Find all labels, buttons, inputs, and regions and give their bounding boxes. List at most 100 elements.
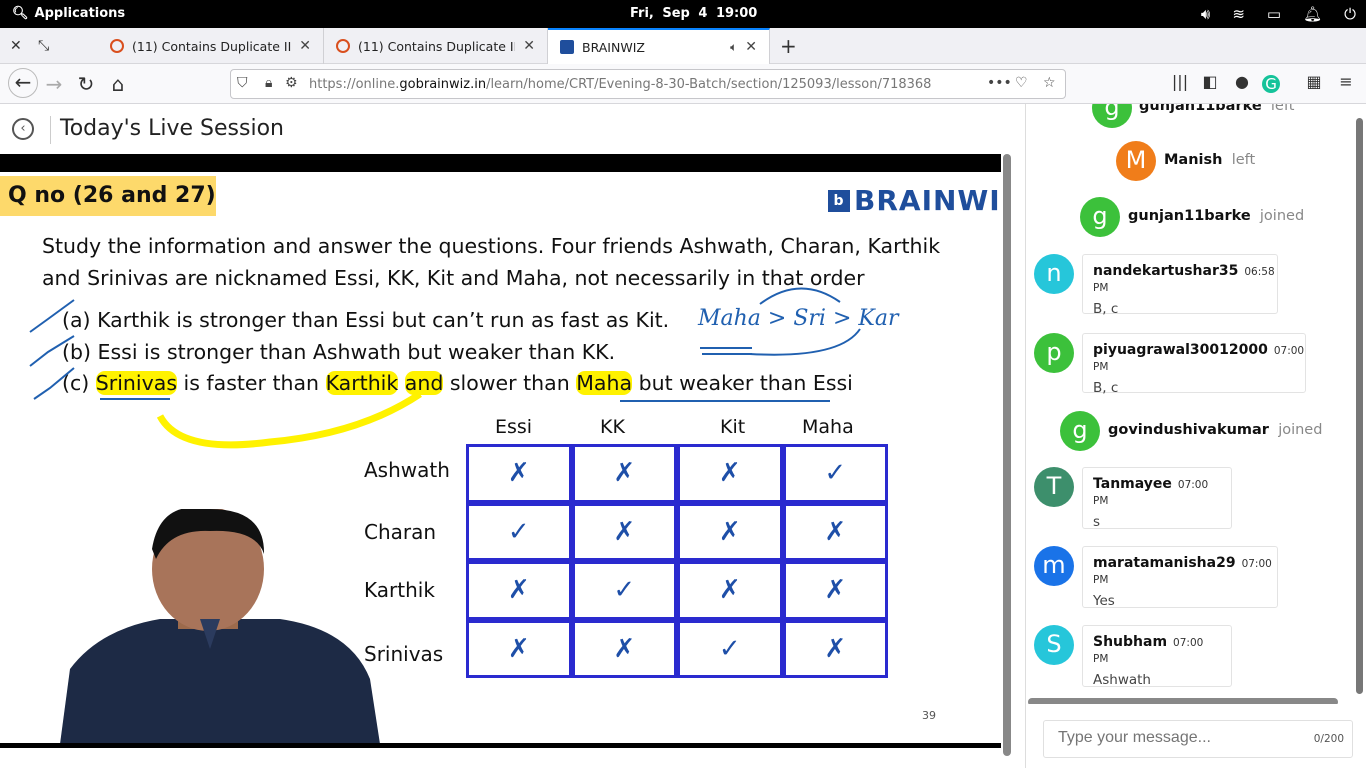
tab-contains-duplicate-iii[interactable]: (11) Contains Duplicate III - Lee ✕	[324, 28, 548, 64]
sidebar-icon[interactable]: ◧	[1198, 72, 1222, 91]
reload-icon[interactable]: ↻	[74, 72, 98, 96]
speaker-icon[interactable]: 🔈︎	[730, 40, 737, 55]
chat-vertical-scrollbar[interactable]	[1356, 118, 1363, 694]
back-arrow-icon[interactable]: ←	[8, 68, 38, 98]
chat-event: Manish left	[1164, 152, 1256, 168]
wifi-icon[interactable]: ≋	[1232, 5, 1245, 23]
avatar: T	[1034, 467, 1074, 507]
search-icon: 🔍︎	[12, 6, 29, 21]
grid-cell: ✗	[677, 561, 783, 620]
grid-cell: ✗	[677, 502, 783, 561]
grid-cell: ✗	[466, 619, 572, 678]
chat-panel: g gunjan11barke left M Manish left g gun…	[1026, 104, 1366, 704]
avatar: g	[1060, 411, 1100, 451]
tab-contains-duplicate-ii[interactable]: (11) Contains Duplicate II - Lee ✕	[98, 28, 324, 64]
avatar: M	[1116, 141, 1156, 181]
chat-message-input[interactable]	[1044, 721, 1304, 755]
tab-bar: ✕ ⤡ (11) Contains Duplicate II - Lee ✕ (…	[0, 28, 1366, 64]
avatar: n	[1034, 254, 1074, 294]
avatar: m	[1034, 546, 1074, 586]
new-tab-icon[interactable]: +	[780, 34, 797, 58]
power-icon[interactable]: ⏻	[1344, 5, 1356, 23]
page-scrollbar[interactable]	[1003, 154, 1011, 756]
grid-cell: ✗	[782, 561, 888, 620]
nickname-grid: ✗ ✗ ✗ ✓ ✓ ✗ ✗ ✗ ✗ ✓ ✗ ✗ ✗ ✗ ✓ ✗	[466, 444, 888, 678]
column-header-kk: KK	[600, 416, 625, 438]
grid-cell: ✗	[782, 619, 888, 678]
extensions-icon[interactable]: ▦	[1302, 72, 1326, 91]
grid-cell: ✓	[571, 561, 677, 620]
grid-cell: ✗	[571, 619, 677, 678]
account-icon[interactable]: ●	[1230, 72, 1254, 91]
handwritten-ordering: Maha > Sri > Kar	[698, 306, 899, 331]
leetcode-favicon-icon	[110, 39, 124, 53]
chat-message: Shubham 07:00 PM Ashwath	[1082, 625, 1232, 688]
close-tab-icon[interactable]: ✕	[745, 39, 757, 55]
pocket-icon[interactable]: ♡	[1015, 75, 1028, 91]
address-bar[interactable]: ⛉ 🔒︎ ⚙ https://online.gobrainwiz.in/lear…	[230, 69, 1066, 99]
notification-bell-icon[interactable]: 🔔︎	[1303, 5, 1322, 23]
chat-event: gunjan11barke joined	[1128, 208, 1305, 224]
grid-cell: ✗	[571, 444, 677, 503]
grid-cell: ✓	[782, 444, 888, 503]
grid-cell: ✗	[466, 561, 572, 620]
system-tray: 🔊︎ ≋ ▭ 🔔︎ ⏻	[1201, 5, 1356, 23]
close-tab-icon[interactable]: ✕	[299, 38, 311, 54]
page-title: Today's Live Session	[60, 116, 284, 141]
page-actions-icon[interactable]: •••	[987, 75, 1012, 91]
shield-icon[interactable]: ⛉	[237, 75, 248, 91]
column-header-essi: Essi	[495, 416, 533, 438]
lock-icon[interactable]: 🔒︎	[265, 75, 272, 91]
library-icon[interactable]: |||	[1168, 72, 1192, 91]
clock[interactable]: Fri, Sep 4 19:00	[630, 6, 757, 21]
slide-page-number: 39	[922, 709, 936, 722]
chat-message: nandekartushar35 06:58 PM B, c	[1082, 254, 1278, 317]
permissions-icon[interactable]: ⚙	[285, 75, 298, 91]
grammarly-icon[interactable]: G	[1262, 75, 1280, 93]
video-letterbox-bottom	[0, 743, 1001, 748]
column-header-maha: Maha	[802, 416, 854, 438]
leetcode-favicon-icon	[336, 39, 350, 53]
home-icon[interactable]: ⌂	[106, 72, 130, 96]
lesson-header: ‹ Today's Live Session	[0, 104, 1025, 154]
grid-cell: ✓	[677, 619, 783, 678]
chat-message: Tanmayee 07:00 PM s	[1082, 467, 1232, 530]
menu-icon[interactable]: ≡	[1334, 72, 1358, 91]
column-header-kit: Kit	[720, 416, 746, 438]
forward-arrow-icon[interactable]: →	[42, 72, 66, 96]
tab-title: (11) Contains Duplicate II - Lee	[132, 38, 292, 54]
chat-input-box: 0/200	[1043, 720, 1353, 758]
grid-cell: ✗	[571, 502, 677, 561]
applications-menu[interactable]: 🔍︎ Applications	[12, 6, 125, 21]
restore-window-icon[interactable]: ⤡	[38, 38, 49, 54]
volume-icon[interactable]: 🔊︎	[1201, 5, 1210, 23]
applications-label: Applications	[34, 6, 126, 21]
close-tab-icon[interactable]: ✕	[523, 38, 535, 54]
avatar: S	[1034, 625, 1074, 665]
chat-event: gunjan11barke left	[1139, 104, 1295, 114]
chat-message: piyuagrawal30012000 07:00 PM B, c	[1082, 333, 1306, 396]
live-video-player[interactable]: Q no (26 and 27) b BRAINWIZ Study the in…	[0, 154, 1001, 748]
back-circle-icon[interactable]: ‹	[12, 118, 34, 140]
brainwiz-favicon-icon	[560, 40, 574, 54]
grid-cell: ✓	[466, 502, 572, 561]
header-divider	[50, 116, 51, 144]
close-window-icon[interactable]: ✕	[10, 38, 22, 54]
grid-cell: ✗	[677, 444, 783, 503]
chat-horizontal-scrollbar[interactable]	[1028, 698, 1338, 704]
tab-brainwiz[interactable]: BRAINWIZ 🔈︎ ✕	[548, 28, 770, 64]
bookmark-star-icon[interactable]: ☆	[1043, 75, 1056, 91]
url-text[interactable]: https://online.gobrainwiz.in/learn/home/…	[309, 77, 931, 92]
navigation-bar: ← → ↻ ⌂ ⛉ 🔒︎ ⚙ https://online.gobrainwiz…	[0, 64, 1366, 104]
tab-title: BRAINWIZ	[582, 39, 645, 55]
battery-icon[interactable]: ▭	[1267, 5, 1281, 23]
tab-title: (11) Contains Duplicate III - Lee	[358, 38, 515, 54]
presenter-video-feed	[60, 509, 380, 744]
avatar: g	[1092, 104, 1132, 128]
avatar: g	[1080, 197, 1120, 237]
chat-event: govindushivakumar joined	[1108, 422, 1323, 438]
character-counter: 0/200	[1313, 733, 1344, 745]
grid-cell: ✗	[782, 502, 888, 561]
system-top-bar: 🔍︎ Applications Fri, Sep 4 19:00 🔊︎ ≋ ▭ …	[0, 0, 1366, 28]
row-header-ashwath: Ashwath	[364, 458, 450, 482]
